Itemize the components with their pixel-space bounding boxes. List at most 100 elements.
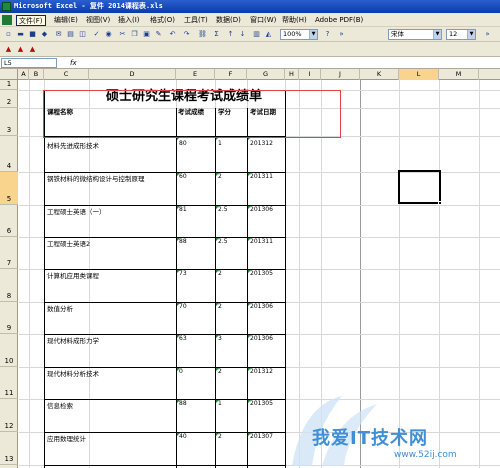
- menu-window[interactable]: 窗口(W): [248, 15, 278, 26]
- score-cell[interactable]: 80: [179, 140, 187, 147]
- date-cell[interactable]: 201306: [250, 206, 273, 213]
- hyperlink-icon[interactable]: ⛓: [197, 29, 208, 40]
- zoom-select[interactable]: 100% ▼: [280, 29, 318, 40]
- select-all-corner[interactable]: [0, 69, 18, 80]
- column-header[interactable]: C: [44, 69, 89, 80]
- chart-wizard-icon[interactable]: ▥: [251, 29, 262, 40]
- row-header[interactable]: 1: [0, 80, 18, 90]
- row-header[interactable]: 13: [0, 432, 18, 465]
- row-header-selected[interactable]: 5: [0, 172, 18, 205]
- date-cell[interactable]: 201312: [250, 140, 273, 147]
- research-icon[interactable]: ◉: [103, 29, 114, 40]
- menu-data[interactable]: 数据(D): [214, 15, 243, 26]
- score-cell[interactable]: 0: [179, 368, 183, 375]
- chevron-down-icon[interactable]: ▼: [467, 30, 475, 39]
- open-folder-icon[interactable]: ▬: [15, 29, 26, 40]
- row-header[interactable]: 12: [0, 399, 18, 432]
- cut-icon[interactable]: ✂: [117, 29, 128, 40]
- menu-format[interactable]: 格式(O): [148, 15, 177, 26]
- chevron-down-icon[interactable]: ▼: [433, 30, 441, 39]
- course-name-cell[interactable]: 现代材料分析技术: [47, 368, 99, 378]
- font-size-select[interactable]: 12 ▼: [446, 29, 476, 40]
- spelling-icon[interactable]: ✓: [91, 29, 102, 40]
- course-name-cell[interactable]: 数值分析: [47, 303, 73, 313]
- sort-ascending-icon[interactable]: ↑: [225, 29, 236, 40]
- credit-cell[interactable]: 2: [218, 303, 222, 310]
- convert-pdf-review-icon[interactable]: ▲: [27, 44, 38, 55]
- course-name-cell[interactable]: 信息检索: [47, 400, 73, 410]
- credit-cell[interactable]: 2: [218, 433, 222, 440]
- course-name-cell[interactable]: 计算机应用类课程: [47, 270, 99, 280]
- paste-icon[interactable]: ▣: [141, 29, 152, 40]
- menu-file[interactable]: 文件(F): [16, 15, 46, 26]
- new-file-icon[interactable]: ▫: [3, 29, 14, 40]
- workbook-icon[interactable]: [2, 15, 12, 25]
- menu-insert[interactable]: 插入(I): [116, 15, 142, 26]
- column-header[interactable]: M: [439, 69, 479, 80]
- font-select[interactable]: 宋体 ▼: [388, 29, 442, 40]
- save-icon[interactable]: ■: [27, 29, 38, 40]
- date-cell[interactable]: 201306: [250, 335, 273, 342]
- score-cell[interactable]: 70: [179, 303, 187, 310]
- date-cell[interactable]: 201305: [250, 270, 273, 277]
- column-header[interactable]: H: [285, 69, 299, 80]
- column-header[interactable]: G: [247, 69, 285, 80]
- date-cell[interactable]: 201312: [250, 368, 273, 375]
- convert-pdf-icon[interactable]: ▲: [3, 44, 14, 55]
- print-preview-icon[interactable]: ◫: [77, 29, 88, 40]
- credit-cell[interactable]: 2.5: [218, 206, 228, 213]
- credit-cell[interactable]: 2: [218, 173, 222, 180]
- course-name-cell[interactable]: 应用数理统计: [47, 433, 86, 443]
- formula-input[interactable]: [82, 58, 498, 68]
- autosum-icon[interactable]: Σ: [211, 29, 222, 40]
- menu-adobe-pdf[interactable]: Adobe PDF(B): [313, 15, 365, 26]
- row-header[interactable]: 11: [0, 367, 18, 399]
- row-header[interactable]: 7: [0, 237, 18, 269]
- course-name-cell[interactable]: 钢铁材料的微结构设计与控制原理: [47, 173, 145, 183]
- credit-cell[interactable]: 2: [218, 368, 222, 375]
- chevron-down-icon[interactable]: ▼: [309, 30, 317, 39]
- active-cell-selection[interactable]: [398, 170, 442, 205]
- credit-cell[interactable]: 1: [218, 140, 222, 147]
- score-cell[interactable]: 40: [179, 433, 187, 440]
- fill-handle[interactable]: [438, 201, 442, 205]
- more-buttons-icon[interactable]: »: [482, 29, 493, 40]
- credit-cell[interactable]: 2.5: [218, 238, 228, 245]
- drawing-icon[interactable]: ◭: [263, 29, 274, 40]
- menu-edit[interactable]: 编辑(E): [52, 15, 80, 26]
- row-header[interactable]: 8: [0, 269, 18, 302]
- column-header[interactable]: B: [29, 69, 44, 80]
- undo-icon[interactable]: ↶: [167, 29, 178, 40]
- sort-descending-icon[interactable]: ↓: [237, 29, 248, 40]
- row-header[interactable]: 10: [0, 334, 18, 367]
- score-cell[interactable]: 73: [179, 270, 187, 277]
- row-header[interactable]: 2: [0, 90, 18, 108]
- column-header[interactable]: K: [360, 69, 399, 80]
- column-header[interactable]: I: [299, 69, 321, 80]
- redo-icon[interactable]: ↷: [181, 29, 192, 40]
- course-name-cell[interactable]: 工程硕士英语2: [47, 238, 90, 248]
- date-cell[interactable]: 201305: [250, 400, 273, 407]
- date-cell[interactable]: 201311: [250, 238, 273, 245]
- row-header[interactable]: 6: [0, 205, 18, 237]
- toolbar-options-icon[interactable]: »: [336, 29, 347, 40]
- column-header[interactable]: A: [19, 69, 29, 80]
- date-cell[interactable]: 201306: [250, 303, 273, 310]
- menu-tools[interactable]: 工具(T): [182, 15, 210, 26]
- score-cell[interactable]: 63: [179, 335, 187, 342]
- credit-cell[interactable]: 3: [218, 335, 222, 342]
- column-header[interactable]: J: [321, 69, 360, 80]
- row-header[interactable]: 9: [0, 302, 18, 334]
- date-cell[interactable]: 201311: [250, 173, 273, 180]
- copy-icon[interactable]: ❐: [129, 29, 140, 40]
- credit-cell[interactable]: 2: [218, 270, 222, 277]
- course-name-cell[interactable]: 材料先进成形技术: [47, 140, 99, 150]
- row-header[interactable]: 4: [0, 136, 18, 172]
- row-header[interactable]: 3: [0, 108, 18, 136]
- name-box[interactable]: L5: [1, 58, 57, 68]
- insert-function-icon[interactable]: fx: [70, 57, 77, 69]
- column-header[interactable]: E: [176, 69, 215, 80]
- score-cell[interactable]: 88: [179, 238, 187, 245]
- email-icon[interactable]: ✉: [53, 29, 64, 40]
- course-name-cell[interactable]: 现代材料成形力学: [47, 335, 99, 345]
